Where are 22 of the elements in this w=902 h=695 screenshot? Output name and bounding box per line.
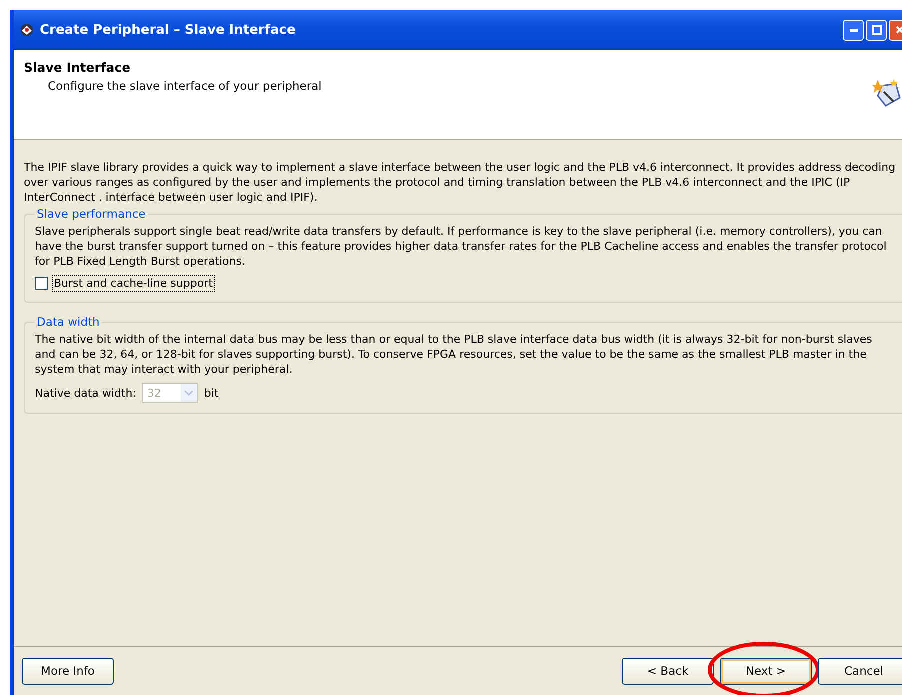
dialog-button[interactable]: Cancel xyxy=(818,658,902,684)
close-icon xyxy=(896,26,902,34)
page-subtitle: Configure the slave interface of your peripheral xyxy=(47,79,322,93)
group-label: Slave performance xyxy=(36,207,147,222)
description-text: The IPIF slave library provides a quick way to implement a slave interface between the user logic and the PLB v4.6 interconnect. It provides address decoding over various ranges as configured by the user and implements the protocol and timing translation between the PLB v4.6 interconnect and the IPIC (IP InterConnect . interface between user logic and IPIF). xyxy=(24,160,897,205)
group-description: The native bit width of the internal data bus may be less than or equal to the PLB slave interface data bus width (it is always 32-bit for non-burst slaves and can be 32, 64, or 128-bit for slaves supporting burst). To conserve FPGA resources, set the value to be the same as the smallest PLB master in the system that may interact with your peripheral. xyxy=(35,332,874,377)
dialog-button[interactable]: Next > xyxy=(720,658,812,684)
puzzle-wand-icon xyxy=(872,78,902,110)
window-title: Create Peripheral – Slave Interface xyxy=(40,22,297,38)
app-icon xyxy=(20,23,34,37)
minimize-button[interactable] xyxy=(843,20,864,40)
dialog-button[interactable]: < Back xyxy=(622,658,714,684)
maximize-button[interactable] xyxy=(866,20,887,40)
field-label: Native data width: xyxy=(35,386,136,400)
minimize-icon xyxy=(850,28,858,32)
group-description: Slave peripherals support single beat read/write data transfers by default. If performance is key to the slave peripheral (i.e. memory controllers), you can have the burst transfer support turned on – this feature provides higher data transfer rates for the PLB Cacheline access and enables the transfer protocol for PLB Fixed Length Burst operations. xyxy=(35,224,888,269)
group-label: Data width xyxy=(36,315,101,330)
page-title: Slave Interface xyxy=(24,60,132,75)
maximize-icon xyxy=(872,25,882,35)
unit-label: bit xyxy=(204,386,219,400)
chevron-down-icon xyxy=(185,390,194,396)
dialog-button[interactable]: More Info xyxy=(22,658,114,684)
